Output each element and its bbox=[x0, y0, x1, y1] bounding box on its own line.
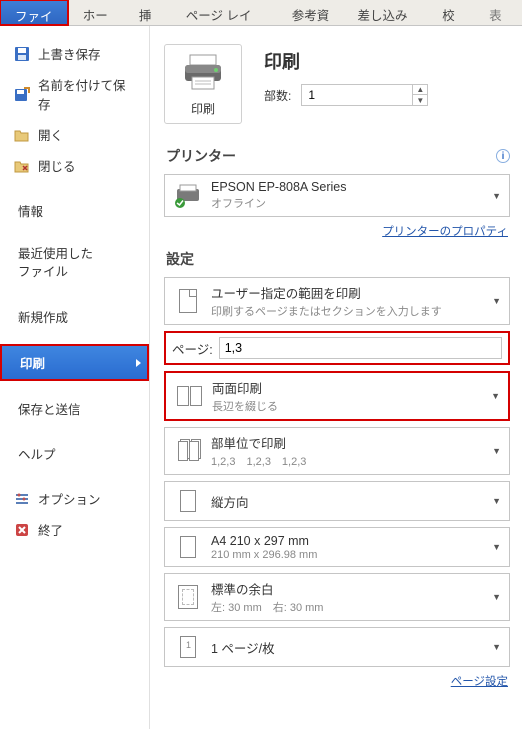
duplex-sub: 長辺を綴じる bbox=[212, 398, 491, 414]
orientation-icon bbox=[173, 487, 203, 515]
printer-device-icon bbox=[173, 182, 203, 210]
tab-view[interactable]: 表示 bbox=[475, 0, 522, 25]
sidebar-info[interactable]: 情報 bbox=[0, 195, 149, 226]
printer-dropdown[interactable]: EPSON EP-808A Seriesオフライン ▼ bbox=[164, 174, 510, 217]
sidebar-recent[interactable]: 最近使用した ファイル bbox=[0, 240, 149, 287]
sidebar-exit-label: 終了 bbox=[38, 520, 63, 539]
tab-insert[interactable]: 挿入 bbox=[125, 0, 172, 25]
sidebar-save-label: 上書き保存 bbox=[38, 44, 101, 63]
sidebar-print-label: 印刷 bbox=[20, 353, 45, 372]
printer-status: オフライン bbox=[211, 195, 492, 211]
sidebar-save-as-label: 名前を付けて保存 bbox=[38, 75, 135, 113]
pages-per-sheet-icon bbox=[173, 633, 203, 661]
pages-per-sheet-title: 1 ページ/枚 bbox=[211, 638, 492, 657]
sidebar-save[interactable]: 上書き保存 bbox=[0, 38, 149, 69]
tab-references[interactable]: 参考資料 bbox=[278, 0, 344, 25]
sidebar-save-as[interactable]: 名前を付けて保存 bbox=[0, 69, 149, 119]
page-setup-link[interactable]: ページ設定 bbox=[451, 676, 508, 688]
margins-title: 標準の余白 bbox=[211, 579, 492, 598]
print-title: 印刷 bbox=[264, 48, 428, 74]
spin-down-icon[interactable]: ▼ bbox=[413, 95, 427, 105]
pages-input-row: ページ: bbox=[164, 331, 510, 365]
duplex-title: 両面印刷 bbox=[212, 378, 491, 397]
close-file-icon bbox=[14, 158, 30, 174]
page-range-icon bbox=[173, 287, 203, 315]
tab-mail-merge[interactable]: 差し込み文書 bbox=[344, 0, 429, 25]
sidebar-options-label: オプション bbox=[38, 489, 101, 508]
pages-per-sheet-dropdown[interactable]: 1 ページ/枚 ▼ bbox=[164, 627, 510, 667]
print-button-label: 印刷 bbox=[191, 100, 215, 117]
print-range-title: ユーザー指定の範囲を印刷 bbox=[211, 283, 492, 302]
chevron-down-icon: ▼ bbox=[492, 191, 501, 201]
sidebar-recent-label-2: ファイル bbox=[18, 264, 68, 282]
collate-icon bbox=[173, 437, 203, 465]
pages-input[interactable] bbox=[219, 337, 502, 359]
chevron-down-icon: ▼ bbox=[492, 296, 501, 306]
printer-icon bbox=[180, 51, 226, 94]
copies-spinner[interactable]: ▲▼ bbox=[301, 84, 428, 106]
chevron-down-icon: ▼ bbox=[492, 592, 501, 602]
duplex-dropdown[interactable]: 両面印刷長辺を綴じる ▼ bbox=[164, 371, 510, 421]
save-icon bbox=[14, 46, 30, 62]
margins-sub: 左: 30 mm 右: 30 mm bbox=[211, 599, 492, 615]
duplex-icon bbox=[174, 382, 204, 410]
info-icon[interactable]: i bbox=[496, 149, 510, 163]
print-range-dropdown[interactable]: ユーザー指定の範囲を印刷印刷するページまたはセクションを入力します ▼ bbox=[164, 277, 510, 325]
orientation-dropdown[interactable]: 縦方向 ▼ bbox=[164, 481, 510, 521]
tab-review[interactable]: 校閲 bbox=[428, 0, 475, 25]
sidebar-exit[interactable]: 終了 bbox=[0, 514, 149, 545]
settings-header: 設定 bbox=[166, 249, 194, 269]
chevron-down-icon: ▼ bbox=[492, 642, 501, 652]
sidebar-open-label: 開く bbox=[38, 125, 63, 144]
paper-size-sub: 210 mm x 296.98 mm bbox=[211, 549, 492, 561]
sidebar-save-send-label: 保存と送信 bbox=[18, 399, 81, 418]
sidebar-save-send[interactable]: 保存と送信 bbox=[0, 393, 149, 424]
sidebar-new-label: 新規作成 bbox=[18, 307, 68, 326]
margins-dropdown[interactable]: 標準の余白左: 30 mm 右: 30 mm ▼ bbox=[164, 573, 510, 621]
sidebar-print[interactable]: 印刷 bbox=[0, 344, 149, 381]
tab-home[interactable]: ホーム bbox=[69, 0, 125, 25]
chevron-down-icon: ▼ bbox=[492, 446, 501, 456]
save-as-icon bbox=[14, 86, 30, 102]
open-icon bbox=[14, 127, 30, 143]
printer-header: プリンター bbox=[166, 146, 236, 166]
sidebar-help[interactable]: ヘルプ bbox=[0, 438, 149, 469]
options-icon bbox=[14, 491, 30, 507]
print-panel: 印刷 印刷 部数: ▲▼ プリンター i EPSON EP-808A Serie… bbox=[150, 26, 522, 729]
paper-size-icon bbox=[173, 533, 203, 561]
orientation-title: 縦方向 bbox=[211, 492, 492, 511]
copies-label: 部数: bbox=[264, 87, 291, 104]
spin-up-icon[interactable]: ▲ bbox=[413, 85, 427, 95]
paper-size-dropdown[interactable]: A4 210 x 297 mm210 mm x 296.98 mm ▼ bbox=[164, 527, 510, 567]
print-range-sub: 印刷するページまたはセクションを入力します bbox=[211, 303, 492, 319]
collate-title: 部単位で印刷 bbox=[211, 433, 492, 452]
backstage-sidebar: 上書き保存 名前を付けて保存 開く 閉じる 情報 最近使用した ファイル 新規作… bbox=[0, 26, 150, 729]
chevron-down-icon: ▼ bbox=[492, 542, 501, 552]
printer-name: EPSON EP-808A Series bbox=[211, 180, 492, 194]
copies-input[interactable] bbox=[302, 85, 412, 105]
sidebar-options[interactable]: オプション bbox=[0, 483, 149, 514]
ribbon-tabs: ファイル ホーム 挿入 ページ レイアウト 参考資料 差し込み文書 校閲 表示 bbox=[0, 0, 522, 26]
pages-label: ページ: bbox=[172, 339, 213, 358]
collate-dropdown[interactable]: 部単位で印刷1,2,3 1,2,3 1,2,3 ▼ bbox=[164, 427, 510, 475]
collate-sub: 1,2,3 1,2,3 1,2,3 bbox=[211, 453, 492, 469]
sidebar-new[interactable]: 新規作成 bbox=[0, 301, 149, 332]
sidebar-help-label: ヘルプ bbox=[18, 444, 56, 463]
margins-icon bbox=[173, 583, 203, 611]
sidebar-close[interactable]: 閉じる bbox=[0, 150, 149, 181]
sidebar-open[interactable]: 開く bbox=[0, 119, 149, 150]
exit-icon bbox=[14, 522, 30, 538]
printer-properties-link[interactable]: プリンターのプロパティ bbox=[382, 226, 508, 238]
sidebar-info-label: 情報 bbox=[18, 201, 43, 220]
sidebar-close-label: 閉じる bbox=[38, 156, 76, 175]
print-button[interactable]: 印刷 bbox=[164, 44, 242, 124]
tab-file[interactable]: ファイル bbox=[0, 0, 69, 26]
paper-size-title: A4 210 x 297 mm bbox=[211, 534, 492, 548]
chevron-down-icon: ▼ bbox=[491, 391, 500, 401]
tab-page-layout[interactable]: ページ レイアウト bbox=[172, 0, 278, 25]
chevron-down-icon: ▼ bbox=[492, 496, 501, 506]
sidebar-recent-label-1: 最近使用した bbox=[18, 246, 93, 264]
